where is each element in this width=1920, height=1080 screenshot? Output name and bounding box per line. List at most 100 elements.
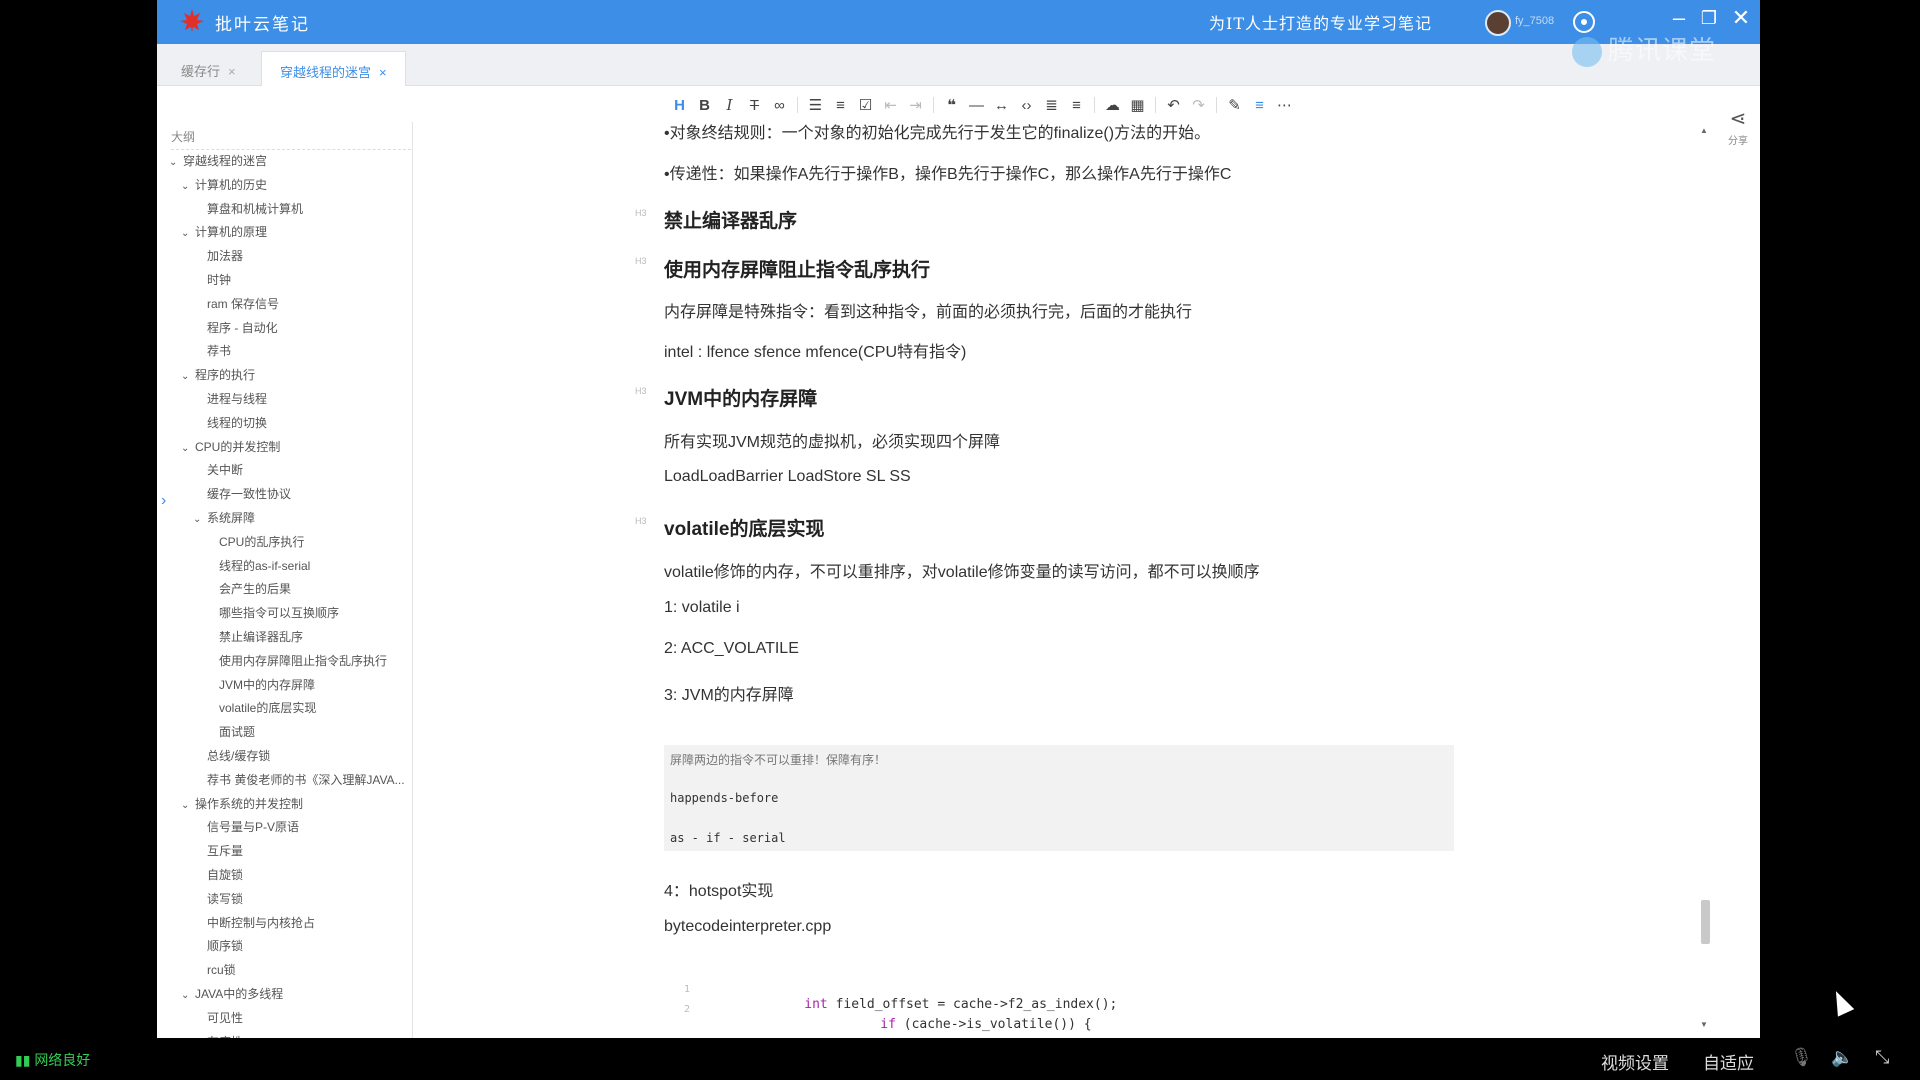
chevron-down-icon[interactable]: ⌄ <box>193 514 205 525</box>
video-settings-button[interactable]: 视频设置 <box>1601 1049 1669 1074</box>
indent-icon[interactable]: ⇥ <box>903 94 928 116</box>
undo-icon[interactable]: ↶ <box>1161 94 1186 116</box>
outline-item[interactable]: ⌄ JAVA中的多线程 <box>181 985 283 1002</box>
outline-item[interactable]: 哪些指令可以互换顺序 <box>219 604 339 621</box>
heading: 使用内存屏障阻止指令乱序执行 <box>664 260 931 281</box>
outline-item[interactable]: 时钟 <box>207 271 231 288</box>
outline-item[interactable]: 禁止编译器乱序 <box>219 628 303 645</box>
share-button[interactable]: ⋖ 分享 <box>1724 106 1752 149</box>
user-name[interactable]: fy_7508 <box>1515 15 1554 27</box>
tab-close-icon[interactable]: × <box>379 65 387 80</box>
outline-item[interactable]: 面试题 <box>219 723 255 740</box>
chevron-down-icon[interactable]: ⌄ <box>181 990 193 1001</box>
code-block-icon[interactable]: ‹› <box>1014 94 1039 116</box>
center-icon[interactable]: ≡ <box>1247 94 1272 116</box>
tab-thread-maze[interactable]: 穿越线程的迷宫 × <box>261 51 406 86</box>
volume-icon[interactable]: 🔈 <box>1831 1047 1853 1068</box>
outline-item[interactable]: 中断控制与内核抢占 <box>207 914 315 931</box>
chevron-down-icon[interactable]: ⌄ <box>181 228 193 239</box>
bold-icon[interactable]: B <box>692 94 717 116</box>
exit-fullscreen-icon[interactable]: ⤡ <box>1875 1047 1889 1068</box>
chevron-down-icon[interactable]: ⌄ <box>181 371 193 382</box>
outline-item[interactable]: 信号量与P-V原语 <box>207 818 299 835</box>
tab-close-icon[interactable]: × <box>228 64 236 79</box>
outline-item[interactable]: 进程与线程 <box>207 390 267 407</box>
outline-item[interactable]: 关中断 <box>207 461 243 478</box>
scroll-thumb[interactable] <box>1701 900 1710 944</box>
outline-item[interactable]: 缓存一致性协议 <box>207 485 291 502</box>
outline-item[interactable]: 可见性 <box>207 1009 243 1026</box>
outline-item[interactable]: 线程的切换 <box>207 414 267 431</box>
outline-item[interactable]: 互斥量 <box>207 842 243 859</box>
outline-item[interactable]: 线程的as-if-serial <box>219 557 310 574</box>
note-editor[interactable]: •对象终结规则：一个对象的初始化完成先行于发生它的finalize()方法的开始… <box>413 122 1706 1038</box>
user-avatar[interactable] <box>1485 10 1511 36</box>
outline-item-label: 禁止编译器乱序 <box>219 630 304 644</box>
quote-icon[interactable]: ❝ <box>939 94 964 116</box>
outline-item[interactable]: JVM中的内存屏障 <box>219 676 315 693</box>
more-icon[interactable]: ⋯ <box>1272 94 1297 116</box>
outline-item[interactable]: 总线/缓存锁 <box>207 747 270 764</box>
link-icon[interactable]: ∞ <box>767 94 792 116</box>
chevron-down-icon[interactable]: ⌄ <box>181 800 193 811</box>
outline-item-label: 操作系统的并发控制 <box>195 796 304 811</box>
outline-item[interactable]: ram 保存信号 <box>207 295 279 312</box>
toolbar-divider <box>933 97 934 113</box>
microphone-muted-icon[interactable]: 🎙 <box>1790 1047 1813 1068</box>
redo-icon[interactable]: ↷ <box>1186 94 1211 116</box>
outline-item[interactable]: rcu锁 <box>207 961 236 978</box>
scroll-up-icon[interactable]: ▲ <box>1700 126 1708 135</box>
minimize-icon[interactable]: – <box>1665 4 1693 32</box>
strikethrough-icon[interactable]: T <box>742 94 767 116</box>
outline-item[interactable]: ⌄ 操作系统的并发控制 <box>181 795 303 812</box>
player-control-bar: ▮▮ 网络良好 视频设置 自适应 🎙 🔈 ⤡ <box>0 1038 1920 1080</box>
chevron-down-icon[interactable]: ⌄ <box>181 443 193 454</box>
code-inline-icon[interactable]: ↔ <box>989 94 1014 116</box>
heading-marker-icon: H3 <box>635 516 647 526</box>
outline-item[interactable]: 读写锁 <box>207 890 243 907</box>
outline-item[interactable]: 使用内存屏障阻止指令乱序执行 <box>219 652 387 669</box>
toolbar-divider <box>1094 97 1095 113</box>
share-label: 分享 <box>1728 136 1748 147</box>
outline-item[interactable]: 程序 - 自动化 <box>207 319 278 336</box>
checkbox-icon[interactable]: ☑ <box>853 94 878 116</box>
chevron-down-icon[interactable]: ⌄ <box>169 157 181 168</box>
outline-item-label: 信号量与P-V原语 <box>207 820 300 835</box>
heading-icon[interactable]: H <box>667 94 692 116</box>
chevron-right-icon[interactable]: › <box>161 492 166 510</box>
outline-item[interactable]: ⌄ 计算机的历史 <box>181 176 267 193</box>
scroll-down-icon[interactable]: ▼ <box>1700 1020 1708 1029</box>
close-window-icon[interactable]: ✕ <box>1727 4 1755 32</box>
numbered-list-icon[interactable]: ≡ <box>828 94 853 116</box>
outline-item[interactable]: 自旋锁 <box>207 866 243 883</box>
outline-item[interactable]: ⌄ 系统屏障 <box>193 509 255 526</box>
outline-item[interactable]: 荐书 <box>207 342 231 359</box>
hr-icon[interactable]: — <box>964 94 989 116</box>
outline-item[interactable]: ⌄ 程序的执行 <box>181 366 255 383</box>
outline-item[interactable]: 会产生的后果 <box>219 580 291 597</box>
chevron-down-icon[interactable]: ⌄ <box>181 181 193 192</box>
editor-scrollbar[interactable]: ▲ ▼ <box>1698 122 1712 1038</box>
outdent-icon[interactable]: ⇤ <box>878 94 903 116</box>
pen-icon[interactable]: ✎ <box>1222 94 1247 116</box>
fit-button[interactable]: 自适应 <box>1703 1049 1754 1074</box>
paragraph: 内存屏障是特殊指令：看到这种指令，前面的必须执行完，后面的才能执行 <box>664 304 1193 321</box>
text-format-icon[interactable]: ≡ <box>1064 94 1089 116</box>
outline-item[interactable]: 加法器 <box>207 247 243 264</box>
bullet-list-icon[interactable]: ☰ <box>803 94 828 116</box>
tab-cache-line[interactable]: 缓存行 × <box>163 51 254 86</box>
image-icon[interactable]: ☁ <box>1100 94 1125 116</box>
outline-item[interactable]: 顺序锁 <box>207 937 243 954</box>
outline-item[interactable]: 算盘和机械计算机 <box>207 200 303 217</box>
table-icon[interactable]: ▦ <box>1125 94 1150 116</box>
align-icon[interactable]: ≣ <box>1039 94 1064 116</box>
outline-item[interactable]: CPU的乱序执行 <box>219 533 304 550</box>
maximize-icon[interactable]: ❐ <box>1695 4 1723 32</box>
outline-item[interactable]: ⌄ CPU的并发控制 <box>181 438 280 455</box>
outline-item[interactable]: ⌄ 计算机的原理 <box>181 223 267 240</box>
outline-item-label: 穿越线程的迷宫 <box>183 154 268 168</box>
outline-item[interactable]: volatile的底层实现 <box>219 699 316 716</box>
outline-item[interactable]: 荐书 黄俊老师的书《深入理解JAVA... <box>207 771 405 788</box>
italic-icon[interactable]: I <box>717 94 742 116</box>
outline-item[interactable]: ⌄ 穿越线程的迷宫 <box>169 152 267 169</box>
